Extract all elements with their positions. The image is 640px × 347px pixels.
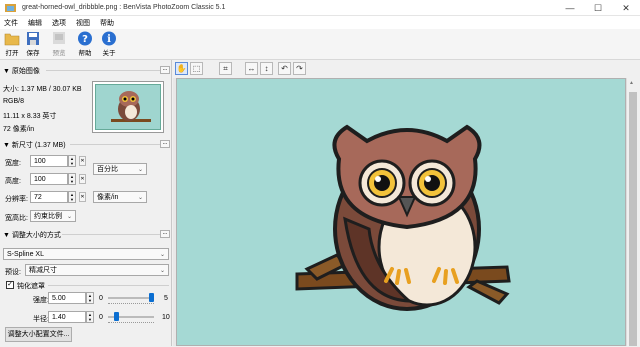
sharpen-label: 钝化遮罩 [17, 283, 45, 290]
menu-options[interactable]: 选项 [52, 18, 66, 28]
help-icon: ? [78, 31, 92, 46]
width-label: 宽度: [5, 160, 21, 167]
floppy-icon [27, 32, 39, 45]
canvas-toolbar: ✋ ⬚ ⌗ ↔ ↕ ↶ ↷ [173, 60, 640, 78]
method-more-button[interactable]: ... [160, 230, 170, 238]
window-title: great-horned-owl_dribbble.png : BenVista… [22, 4, 226, 11]
sharpen-checkbox[interactable]: ✓ [6, 281, 14, 289]
strength-slider[interactable] [108, 293, 154, 305]
new-size-heading[interactable]: ▼ 新尺寸 (1.37 MB) [3, 140, 66, 150]
aspect-select[interactable]: 约束比例 ⌄ [30, 210, 76, 222]
algorithm-select[interactable]: S-Spline XL ⌄ [3, 248, 169, 260]
strength-min: 0 [99, 295, 103, 302]
resolution-reset-button[interactable]: ✕ [79, 192, 86, 202]
owl-thumbnail [111, 91, 151, 122]
height-label: 高度: [5, 178, 21, 185]
svg-text:?: ? [82, 34, 88, 45]
width-reset-button[interactable]: ✕ [79, 156, 86, 166]
strength-max: 5 [164, 295, 168, 302]
owl-image [295, 124, 511, 311]
svg-text:i: i [107, 34, 111, 45]
zoom-tool-icon[interactable]: ⬚ [190, 62, 203, 75]
divider [46, 70, 160, 71]
preview-button[interactable]: 预览 [48, 31, 70, 59]
pan-tool-icon[interactable]: ✋ [175, 62, 188, 75]
resolution-unit-select[interactable]: 像素/in ⌄ [93, 191, 147, 203]
maximize-button[interactable]: ☐ [584, 0, 612, 16]
divider [48, 285, 169, 286]
size-unit-select[interactable]: 百分比 ⌄ [93, 163, 147, 175]
chevron-down-icon: ⌄ [66, 213, 72, 220]
info-icon: i [102, 31, 116, 46]
aspect-label: 宽高比: [5, 215, 28, 222]
divider [62, 234, 160, 235]
radius-max: 10 [162, 314, 170, 321]
rotate-left-icon[interactable]: ↶ [278, 62, 291, 75]
save-button[interactable]: 保存 [22, 31, 44, 59]
original-more-button[interactable]: ... [160, 66, 170, 74]
menu-edit[interactable]: 编辑 [28, 18, 42, 28]
chevron-down-icon: ⌄ [137, 194, 143, 201]
crop-tool-icon[interactable]: ⌗ [219, 62, 232, 75]
preset-select[interactable]: 精减尺寸 ⌄ [25, 264, 169, 276]
app-icon [5, 4, 16, 12]
resolution-input[interactable]: 72 [30, 191, 68, 203]
folder-icon [4, 33, 20, 46]
open-button[interactable]: 打开 [1, 31, 23, 59]
resize-method-heading[interactable]: ▼ 调整大小的方式 [3, 230, 61, 240]
radius-spinner[interactable]: ▲ ▼ [86, 311, 94, 323]
menu-file[interactable]: 文件 [4, 18, 18, 28]
fit-width-icon[interactable]: ↔ [245, 62, 258, 75]
radius-input[interactable]: 1.40 [48, 311, 86, 323]
scrollbar-thumb[interactable] [629, 92, 637, 346]
menu-bar: 文件 编辑 选项 视图 帮助 [0, 16, 640, 29]
scroll-up-icon[interactable]: ▲ [629, 80, 634, 86]
strength-slider-thumb[interactable] [149, 293, 154, 302]
about-button[interactable]: i 关于 [98, 31, 120, 59]
minimize-button[interactable]: — [556, 0, 584, 16]
width-spinner[interactable]: ▲ ▼ [68, 155, 76, 167]
preview-icon [53, 32, 65, 44]
radius-slider[interactable] [108, 312, 154, 324]
help-button[interactable]: ? 帮助 [74, 31, 96, 59]
preview-canvas[interactable] [176, 78, 626, 346]
original-dimensions: 11.11 x 8.33 英寸 [3, 113, 57, 120]
resolution-spinner[interactable]: ▲ ▼ [68, 191, 76, 203]
thumbnail-preview[interactable] [92, 81, 164, 133]
original-image-heading[interactable]: ▼ 原始图像 [3, 66, 40, 76]
thumbnail-image [95, 84, 161, 130]
height-input[interactable]: 100 [30, 173, 68, 185]
radius-min: 0 [99, 314, 103, 321]
chevron-down-icon: ⌄ [159, 267, 165, 274]
original-size: 大小: 1.37 MB / 30.07 KB [3, 86, 82, 93]
original-resolution: 72 像素/in [3, 126, 35, 133]
menu-view[interactable]: 视图 [76, 18, 90, 28]
resolution-label: 分辨率: [5, 196, 28, 203]
strength-slider-track [108, 297, 154, 299]
height-spinner[interactable]: ▲ ▼ [68, 173, 76, 185]
preset-label: 预设: [5, 269, 21, 276]
resize-profile-button[interactable]: 调整大小配置文件... [5, 327, 72, 342]
divider [70, 144, 160, 145]
fit-height-icon[interactable]: ↕ [260, 62, 273, 75]
radius-label: 半径: [33, 316, 49, 323]
toolbar: 打开 保存 预览 ? 帮助 i 关于 [0, 29, 640, 60]
new-size-more-button[interactable]: ... [160, 140, 170, 148]
chevron-down-icon: ⌄ [137, 166, 143, 173]
original-mode: RGB/8 [3, 98, 25, 105]
width-input[interactable]: 100 [30, 155, 68, 167]
strength-slider-ticks [108, 303, 154, 304]
strength-input[interactable]: 5.00 [48, 292, 86, 304]
height-reset-button[interactable]: ✕ [79, 174, 86, 184]
menu-help[interactable]: 帮助 [100, 18, 114, 28]
title-bar: great-horned-owl_dribbble.png : BenVista… [0, 0, 640, 16]
radius-slider-thumb[interactable] [114, 312, 119, 321]
strength-label: 强度: [33, 297, 49, 304]
radius-slider-ticks [108, 322, 154, 323]
strength-spinner[interactable]: ▲ ▼ [86, 292, 94, 304]
close-button[interactable]: ✕ [612, 0, 640, 16]
rotate-right-icon[interactable]: ↷ [293, 62, 306, 75]
chevron-down-icon: ⌄ [159, 251, 165, 258]
